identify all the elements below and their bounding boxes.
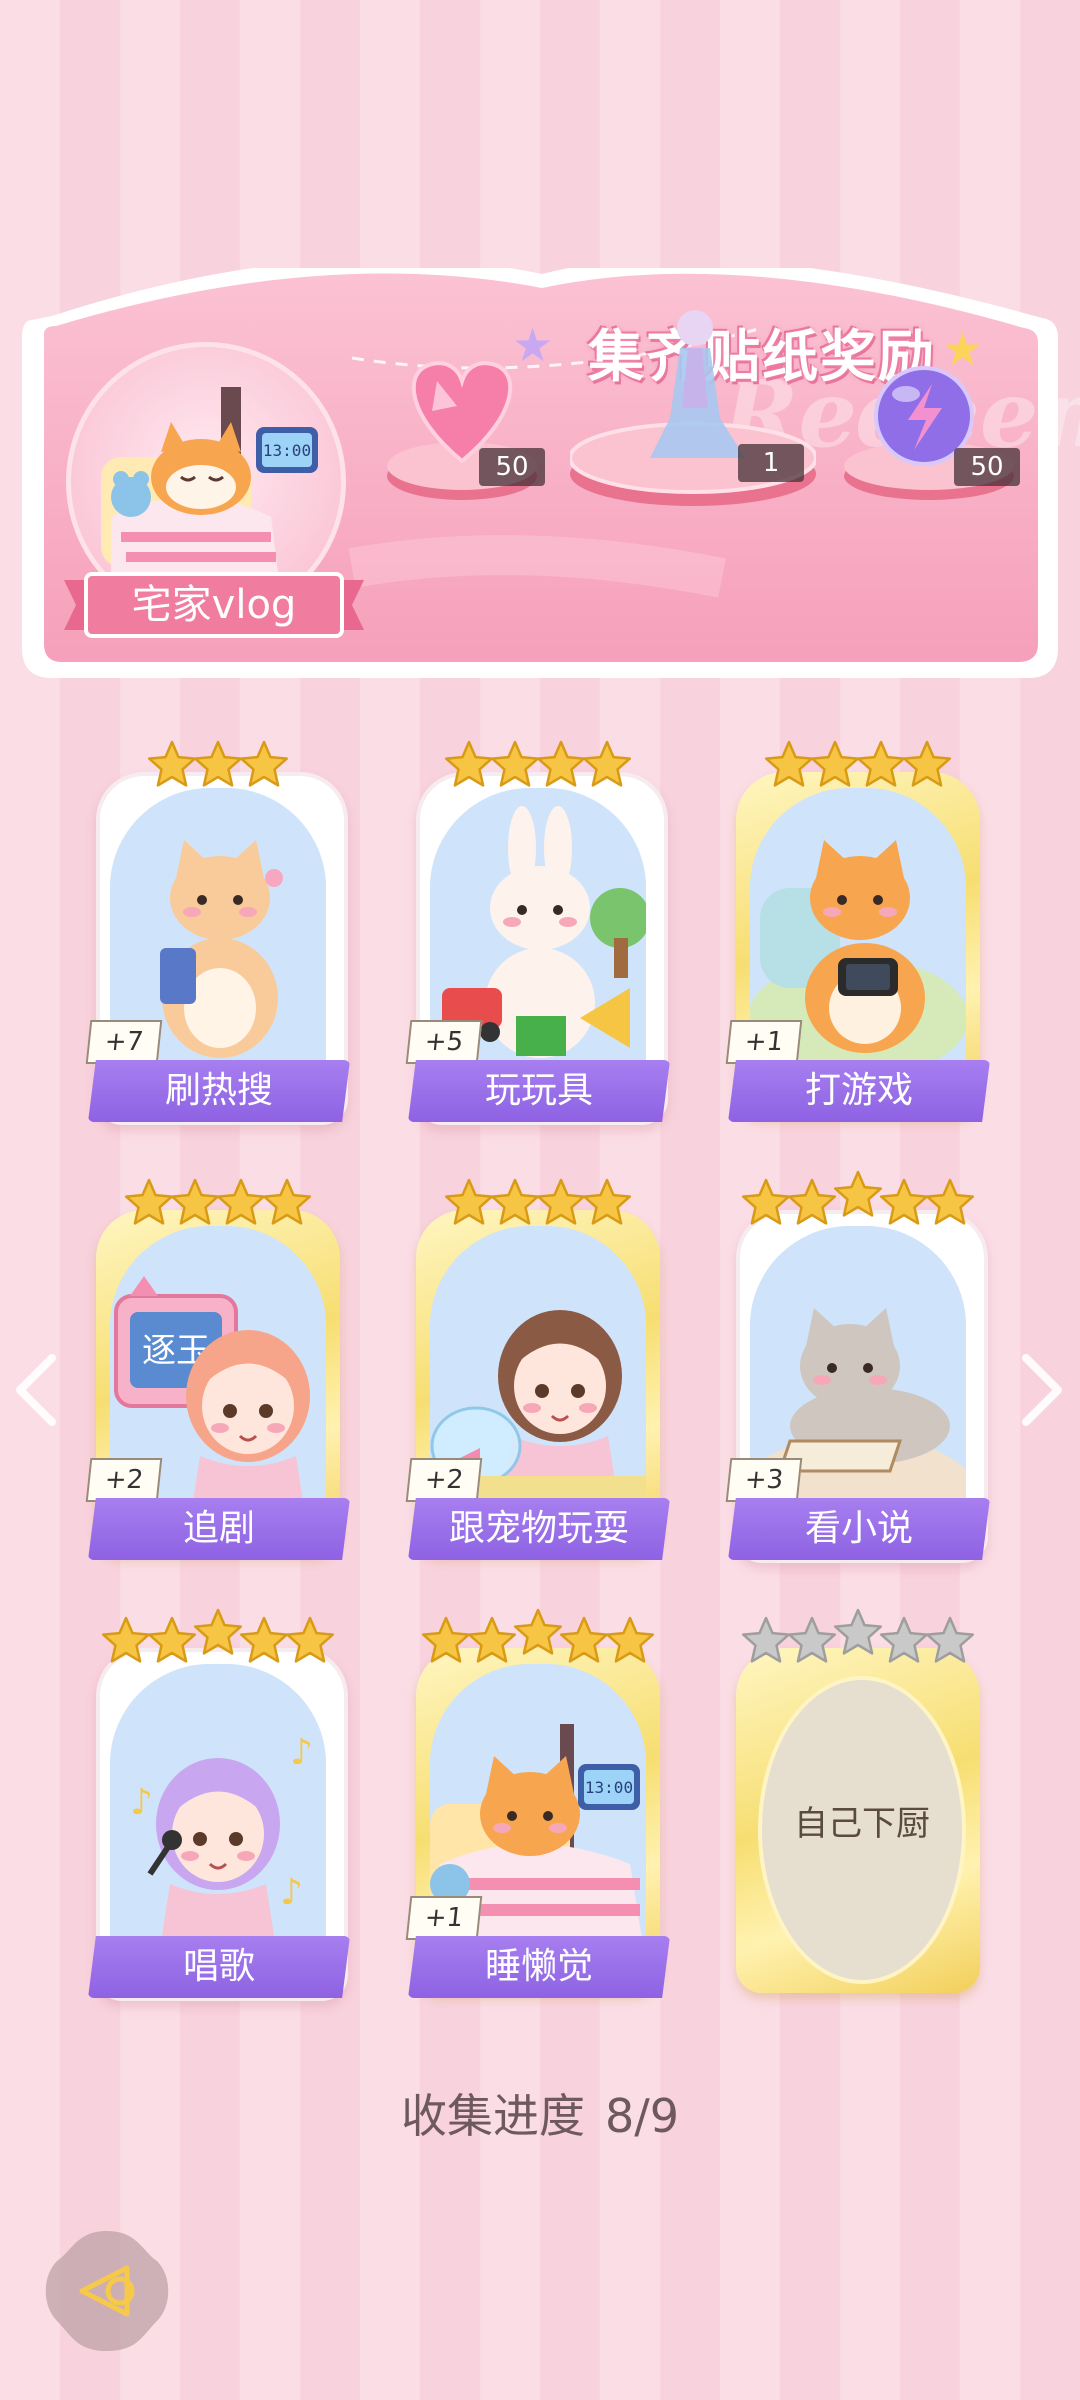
star-icon [787, 1616, 837, 1663]
star-icon [582, 740, 632, 787]
duplicate-count-badge: +5 [405, 1020, 483, 1064]
star-icon [467, 1616, 517, 1663]
duplicate-count-badge: +7 [85, 1020, 163, 1064]
star-icon [239, 1616, 289, 1663]
star-icon [513, 1608, 563, 1655]
star-icon [582, 1178, 632, 1225]
card-label: 刷热搜 [88, 1060, 350, 1122]
rating-stars [764, 740, 952, 787]
card-label: 跟宠物玩耍 [408, 1498, 670, 1560]
star-icon [536, 740, 586, 787]
girl-singing-icon: ♪ ♪ ♪ [110, 1664, 326, 1964]
star-icon [559, 1616, 609, 1663]
back-button[interactable] [42, 2226, 172, 2356]
reward-count: 1 [738, 444, 804, 482]
card-label: 唱歌 [88, 1936, 350, 1998]
sticker-card[interactable]: +7 刷热搜 [85, 730, 350, 1130]
next-page-arrow-icon[interactable] [1010, 1350, 1070, 1430]
sticker-card[interactable]: 逐玉 +2 追剧 [85, 1168, 350, 1568]
card-label: 看小说 [728, 1498, 990, 1560]
sticker-card[interactable]: ♪ ♪ ♪ 唱歌 [88, 1606, 350, 2006]
star-icon [925, 1616, 975, 1663]
star-icon [605, 1616, 655, 1663]
star-icon [879, 1178, 929, 1225]
collection-progress: 收集进度 8/9 [0, 2080, 1080, 2146]
svg-text:♪: ♪ [290, 1732, 313, 1773]
clock-text: 13:00 [263, 441, 311, 460]
star-icon [490, 740, 540, 787]
star-icon [444, 1178, 494, 1225]
star-icon [101, 1616, 151, 1663]
star-icon [833, 1170, 883, 1217]
sticker-card[interactable]: +2 跟宠物玩耍 [405, 1168, 670, 1568]
star-icon [810, 740, 860, 787]
reward-count: 50 [479, 448, 545, 486]
star-icon [856, 740, 906, 787]
star-icon [216, 1178, 266, 1225]
star-icon [925, 1178, 975, 1225]
sticker-card[interactable]: 13:00 +1 睡懒觉 [405, 1606, 670, 2006]
rating-stars [421, 1608, 655, 1663]
outfit-figure-icon [650, 310, 745, 458]
star-icon [536, 1178, 586, 1225]
card-label: 追剧 [88, 1498, 350, 1560]
previous-page-arrow-icon[interactable] [8, 1350, 68, 1430]
star-icon [787, 1178, 837, 1225]
duplicate-count-badge: +1 [405, 1896, 483, 1940]
star-icon [764, 740, 814, 787]
star-icon [147, 740, 197, 787]
star-icon [879, 1616, 929, 1663]
sticker-card[interactable]: 自己下厨 [728, 1606, 988, 2006]
svg-text:♪: ♪ [130, 1782, 153, 1823]
star-icon [833, 1608, 883, 1655]
sticker-art: ♪ ♪ ♪ [110, 1664, 326, 1964]
rating-stars [101, 1608, 335, 1663]
star-icon [741, 1616, 791, 1663]
star-icon [741, 1178, 791, 1225]
star-icon [193, 1608, 243, 1655]
card-label: 睡懒觉 [408, 1936, 670, 1998]
set-name: 宅家vlog [131, 582, 297, 628]
duplicate-count-badge: +2 [85, 1458, 163, 1502]
star-icon [193, 740, 243, 787]
sticker-card[interactable]: +5 玩玩具 [405, 730, 670, 1130]
star-icon [239, 740, 289, 787]
reward-heart-gem: 50 [387, 346, 545, 506]
card-label: 打游戏 [728, 1060, 990, 1122]
card-label: 自己下厨 [794, 1804, 930, 1844]
star-icon [170, 1178, 220, 1225]
phone-icon [160, 948, 196, 1004]
reward-outfit: 1 [568, 298, 818, 508]
duplicate-count-badge: +3 [725, 1458, 803, 1502]
card-label: 玩玩具 [408, 1060, 670, 1122]
rating-stars [124, 1178, 312, 1225]
star-icon [262, 1178, 312, 1225]
star-icon [124, 1178, 174, 1225]
rating-stars [444, 1178, 632, 1225]
svg-text:♪: ♪ [280, 1872, 303, 1913]
star-icon [147, 1616, 197, 1663]
microphone-icon [162, 1830, 182, 1850]
star-icon [490, 1178, 540, 1225]
rating-stars [741, 1608, 975, 1663]
reward-count: 50 [954, 448, 1020, 486]
rating-stars [444, 740, 632, 787]
clock-text: 13:00 [585, 1778, 633, 1797]
duplicate-count-badge: +1 [725, 1020, 803, 1064]
reward-banner: Redeem ★ ★ 集齐贴纸奖励 13:00 宅家vlog [22, 268, 1080, 684]
star-icon [444, 740, 494, 787]
rating-stars [147, 740, 289, 787]
duplicate-count-badge: +2 [405, 1458, 483, 1502]
sticker-card[interactable]: +1 打游戏 [725, 730, 990, 1130]
progress-label: 收集进度 [400, 2089, 585, 2143]
star-icon [285, 1616, 335, 1663]
sticker-card[interactable]: +3 看小说 [725, 1168, 990, 1568]
set-name-ribbon: 宅家vlog [64, 570, 364, 640]
progress-value: 8/9 [604, 2089, 680, 2143]
star-icon [902, 740, 952, 787]
rating-stars [741, 1170, 975, 1225]
reward-energy-orb: 50 [844, 346, 1020, 506]
star-icon [421, 1616, 471, 1663]
